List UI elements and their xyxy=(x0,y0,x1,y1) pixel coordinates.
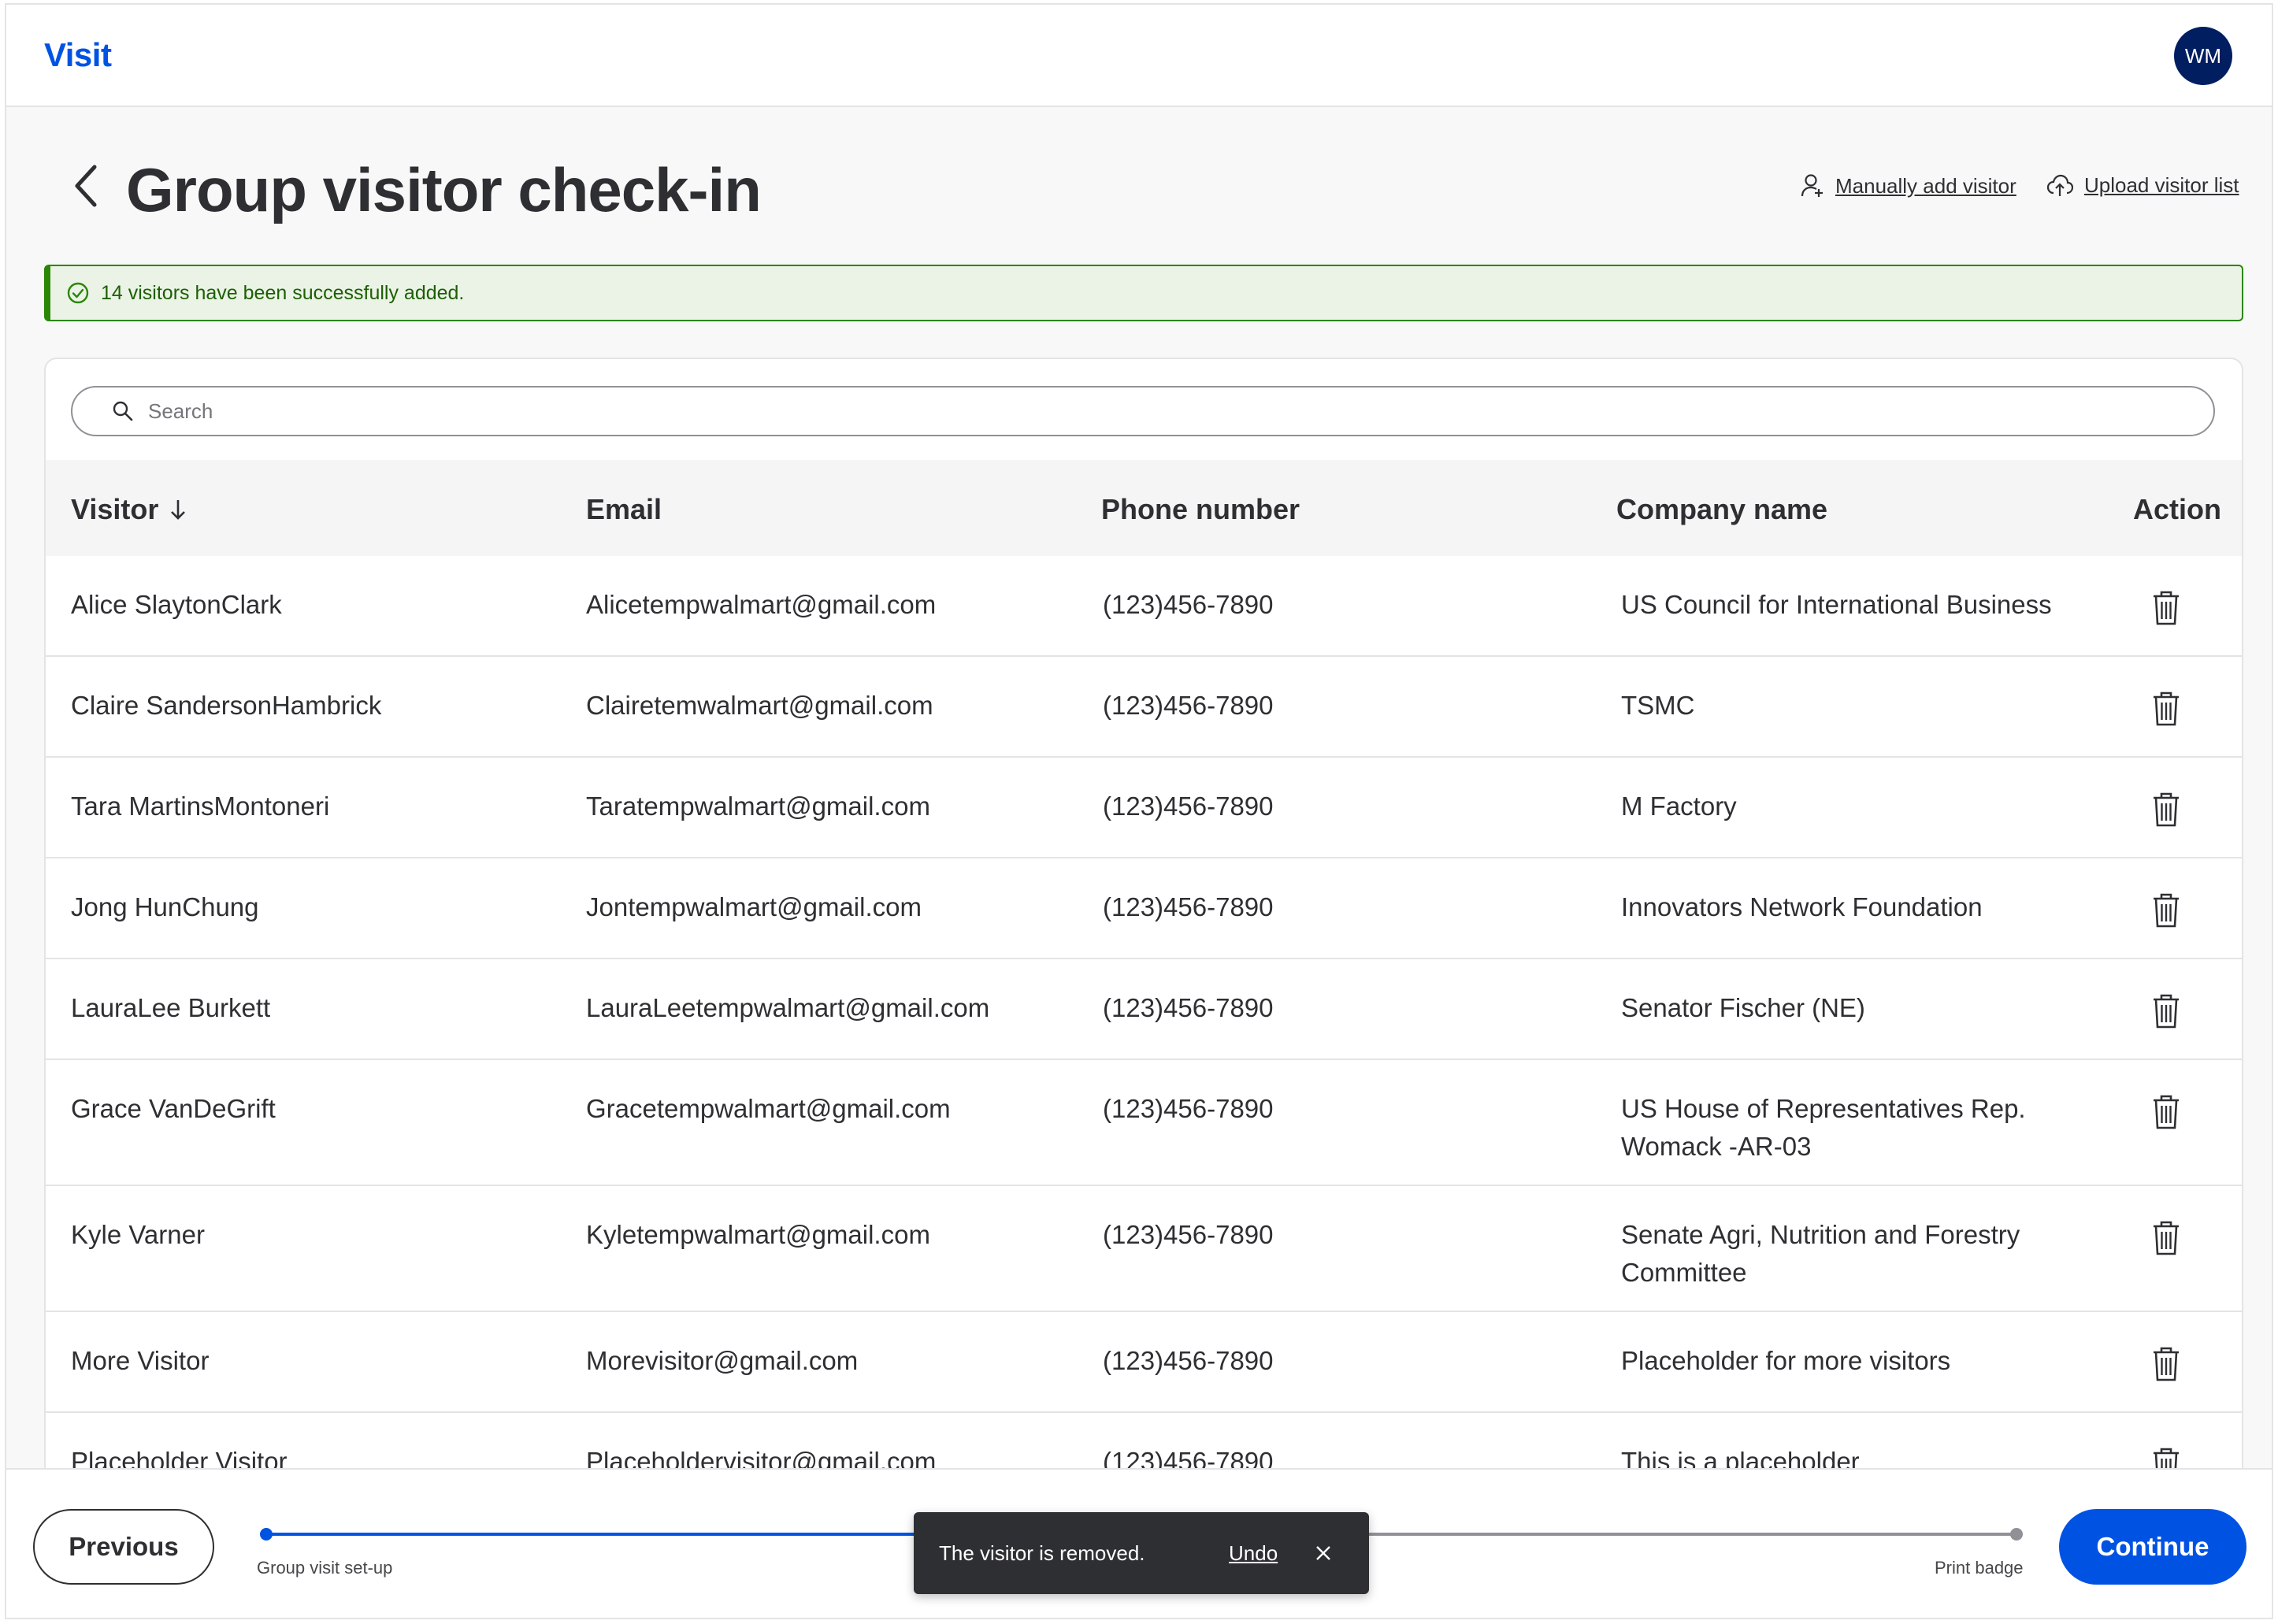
table-row: Grace VanDeGrift Gracetempwalmart@gmail.… xyxy=(46,1060,2242,1186)
visitor-company: Placeholder for more visitors xyxy=(1621,1346,1951,1375)
visitor-email: Kyletempwalmart@gmail.com xyxy=(586,1220,930,1249)
user-avatar[interactable]: WM xyxy=(2174,27,2232,85)
brand-logo[interactable]: Visit xyxy=(44,36,112,74)
table-row: Jong HunChung Jontempwalmart@gmail.com (… xyxy=(46,858,2242,959)
visitor-email: Morevisitor@gmail.com xyxy=(586,1346,859,1375)
delete-visitor-button[interactable] xyxy=(2150,892,2188,933)
visitor-table-card: Visitor Email Phone number Company name … xyxy=(44,358,2243,1618)
arrow-down-icon xyxy=(171,500,186,520)
toast-message: The visitor is removed. xyxy=(939,1541,1145,1565)
visitor-name: Kyle Varner xyxy=(71,1220,205,1249)
visitor-company: US House of Representatives Rep. Womack … xyxy=(1621,1094,2026,1161)
user-add-icon xyxy=(1801,174,1823,197)
visitor-name: More Visitor xyxy=(71,1346,210,1375)
table-row: LauraLee Burkett LauraLeetempwalmart@gma… xyxy=(46,959,2242,1060)
undo-link[interactable]: Undo xyxy=(1229,1541,1308,1566)
table-row: Tara MartinsMontoneri Taratempwalmart@gm… xyxy=(46,758,2242,858)
visitor-company: Senator Fischer (NE) xyxy=(1621,993,1865,1022)
visitor-phone: (123)456-7890 xyxy=(1103,792,1274,821)
visitor-email: Jontempwalmart@gmail.com xyxy=(586,892,922,921)
visitor-email: Clairetemwalmart@gmail.com xyxy=(586,691,933,720)
manually-add-visitor-link[interactable]: Manually add visitor xyxy=(1801,173,2016,198)
close-icon xyxy=(1316,1546,1330,1560)
trash-icon xyxy=(2154,1221,2179,1255)
success-alert: 14 visitors have been successfully added… xyxy=(44,265,2243,321)
column-header-visitor[interactable]: Visitor xyxy=(71,493,187,526)
visitor-email: Gracetempwalmart@gmail.com xyxy=(586,1094,951,1123)
visitor-name: Tara MartinsMontoneri xyxy=(71,792,330,821)
trash-icon xyxy=(2154,591,2179,625)
column-header-action: Action xyxy=(2133,493,2221,525)
visitor-company: Senate Agri, Nutrition and Forestry Comm… xyxy=(1621,1220,2020,1287)
visitor-email: Alicetempwalmart@gmail.com xyxy=(586,590,937,619)
column-header-company: Company name xyxy=(1616,493,1828,525)
column-header-visitor-label: Visitor xyxy=(71,493,159,525)
toast-close-button[interactable] xyxy=(1308,1537,1339,1569)
previous-button[interactable]: Previous xyxy=(33,1509,214,1585)
delete-visitor-button[interactable] xyxy=(2150,1219,2188,1260)
continue-button[interactable]: Continue xyxy=(2059,1509,2246,1585)
visitor-phone: (123)456-7890 xyxy=(1103,1220,1274,1249)
visitor-company: US Council for International Business xyxy=(1621,590,2052,619)
table-body: Alice SlaytonClark Alicetempwalmart@gmai… xyxy=(46,556,2242,1514)
table-header: Visitor Email Phone number Company name … xyxy=(46,460,2242,556)
visitor-phone: (123)456-7890 xyxy=(1103,993,1274,1022)
visitor-email: LauraLeetempwalmart@gmail.com xyxy=(586,993,990,1022)
table-row: Claire SandersonHambrick Clairetemwalmar… xyxy=(46,657,2242,758)
visitor-phone: (123)456-7890 xyxy=(1103,1094,1274,1123)
table-row: More Visitor Morevisitor@gmail.com (123)… xyxy=(46,1312,2242,1413)
cloud-upload-icon xyxy=(2046,174,2073,196)
search-icon xyxy=(113,401,133,421)
visitor-company: M Factory xyxy=(1621,792,1737,821)
visitor-phone: (123)456-7890 xyxy=(1103,1346,1274,1375)
search-input[interactable] xyxy=(148,399,2117,424)
visitor-company: Innovators Network Foundation xyxy=(1621,892,1983,921)
app-frame: Visit WM Group visitor check-in Manually… xyxy=(5,3,2273,1619)
progress-step-end-label: Print badge xyxy=(1935,1558,2024,1578)
upload-visitor-list-label: Upload visitor list xyxy=(2084,173,2239,197)
visitor-email: Taratempwalmart@gmail.com xyxy=(586,792,930,821)
progress-fill xyxy=(265,1533,964,1536)
progress-step-start-dot xyxy=(260,1528,273,1541)
search-field[interactable] xyxy=(71,386,2215,436)
progress-step-start-label: Group visit set-up xyxy=(257,1558,393,1578)
visitor-name: Jong HunChung xyxy=(71,892,259,921)
trash-icon xyxy=(2154,893,2179,928)
visitor-phone: (123)456-7890 xyxy=(1103,590,1274,619)
visitor-company: TSMC xyxy=(1621,691,1695,720)
delete-visitor-button[interactable] xyxy=(2150,791,2188,832)
delete-visitor-button[interactable] xyxy=(2150,1345,2188,1386)
column-header-phone: Phone number xyxy=(1101,493,1300,525)
table-row: Alice SlaytonClark Alicetempwalmart@gmai… xyxy=(46,556,2242,657)
page-title: Group visitor check-in xyxy=(126,155,762,224)
visitor-name: Alice SlaytonClark xyxy=(71,590,282,619)
upload-visitor-list-link[interactable]: Upload visitor list xyxy=(2046,173,2239,198)
chevron-left-icon xyxy=(75,165,97,207)
progress-step-end-dot xyxy=(2010,1528,2023,1541)
manually-add-visitor-label: Manually add visitor xyxy=(1835,173,2016,198)
delete-visitor-button[interactable] xyxy=(2150,1093,2188,1134)
visitor-name: LauraLee Burkett xyxy=(71,993,271,1022)
trash-icon xyxy=(2154,1347,2179,1381)
delete-visitor-button[interactable] xyxy=(2150,589,2188,630)
trash-icon xyxy=(2154,691,2179,726)
check-circle-icon xyxy=(67,282,89,304)
visitor-name: Grace VanDeGrift xyxy=(71,1094,276,1123)
toast-notification: The visitor is removed. Undo xyxy=(914,1512,1369,1594)
trash-icon xyxy=(2154,1095,2179,1129)
alert-message: 14 visitors have been successfully added… xyxy=(101,281,465,304)
top-nav-bar: Visit WM xyxy=(6,5,2272,107)
table-row: Kyle Varner Kyletempwalmart@gmail.com (1… xyxy=(46,1186,2242,1312)
trash-icon xyxy=(2154,994,2179,1029)
trash-icon xyxy=(2154,792,2179,827)
column-header-email: Email xyxy=(586,493,662,525)
delete-visitor-button[interactable] xyxy=(2150,992,2188,1033)
visitor-name: Claire SandersonHambrick xyxy=(71,691,382,720)
visitor-phone: (123)456-7890 xyxy=(1103,691,1274,720)
visitor-phone: (123)456-7890 xyxy=(1103,892,1274,921)
delete-visitor-button[interactable] xyxy=(2150,690,2188,731)
back-button[interactable] xyxy=(68,161,106,211)
